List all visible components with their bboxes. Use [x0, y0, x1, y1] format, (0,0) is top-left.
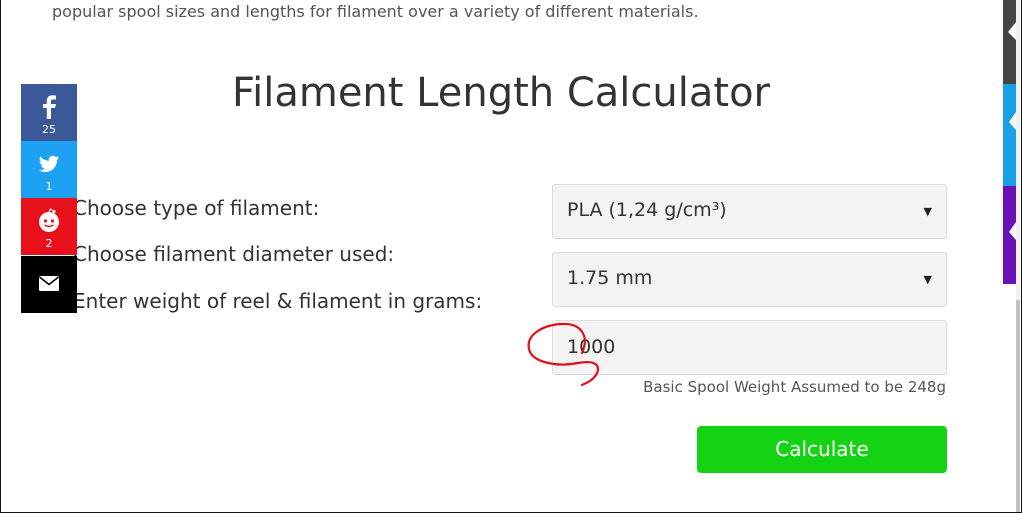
scrollbar-thumb[interactable] — [1016, 300, 1020, 512]
red-circle-annotation — [527, 322, 600, 387]
twitter-icon — [39, 155, 59, 172]
reddit-share-count: 2 — [45, 237, 53, 250]
share-reddit-button[interactable]: 2 — [21, 198, 77, 255]
facebook-share-count: 25 — [42, 123, 56, 136]
share-email-button[interactable] — [21, 256, 77, 313]
spool-weight-hint: Basic Spool Weight Assumed to be 248g — [643, 378, 946, 396]
twitter-share-count: 1 — [45, 180, 53, 193]
page-title: Filament Length Calculator — [232, 70, 770, 116]
caret-down-icon: ▼ — [923, 205, 932, 218]
filament-type-label: Choose type of filament: — [73, 196, 320, 220]
filament-type-value: PLA (1,24 g/cm³) — [567, 199, 727, 221]
diameter-label: Choose filament diameter used: — [73, 242, 395, 266]
intro-text: popular spool sizes and lengths for fila… — [52, 2, 699, 21]
weight-label: Enter weight of reel & filament in grams… — [73, 289, 483, 313]
calculate-button[interactable]: Calculate — [697, 426, 947, 473]
share-twitter-button[interactable]: 1 — [21, 141, 77, 198]
caret-down-icon: ▼ — [923, 273, 932, 286]
share-facebook-button[interactable]: 25 — [21, 84, 77, 141]
filament-type-select[interactable]: PLA (1,24 g/cm³) ▼ — [552, 184, 947, 239]
email-icon — [39, 276, 59, 291]
diameter-value: 1.75 mm — [567, 267, 653, 289]
facebook-icon — [43, 95, 56, 119]
diameter-select[interactable]: 1.75 mm ▼ — [552, 252, 947, 307]
reddit-icon — [39, 208, 59, 232]
